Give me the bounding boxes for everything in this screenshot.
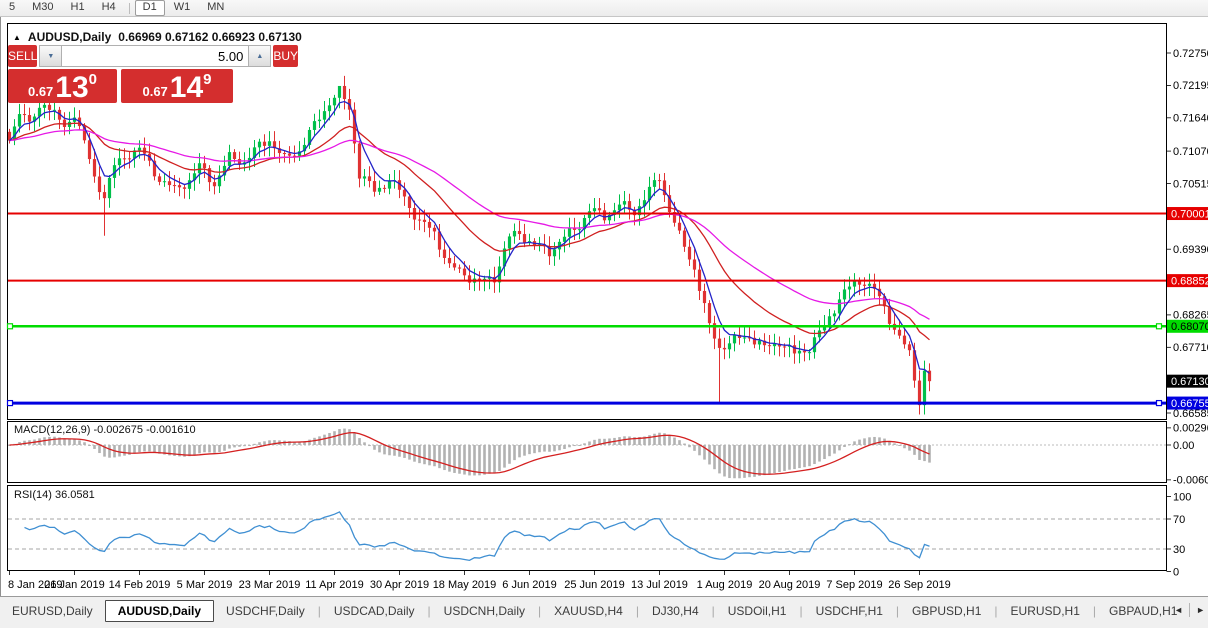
ma-slow-line — [10, 130, 930, 319]
line-handle — [8, 401, 13, 406]
svg-text:7 Sep 2019: 7 Sep 2019 — [826, 579, 882, 591]
buy-price-big-digits: 14 — [170, 75, 203, 101]
chart-tab-audusd-daily[interactable]: AUDUSD,Daily — [105, 600, 214, 622]
svg-text:0.002968: 0.002968 — [1173, 423, 1208, 435]
chart-tab-eurusd-daily[interactable]: EURUSD,Daily — [0, 601, 105, 621]
sell-price-quote[interactable]: 0.67 13 0 — [8, 69, 117, 103]
buy-price-prefix: 0.67 — [142, 84, 167, 99]
svg-text:0.72750: 0.72750 — [1173, 48, 1208, 60]
rsi-panel-frame — [8, 486, 1167, 571]
svg-text:0.00: 0.00 — [1173, 440, 1194, 452]
svg-text:0: 0 — [1173, 566, 1179, 578]
svg-text:0.69390: 0.69390 — [1173, 244, 1208, 256]
macd-indicator-label: MACD(12,26,9) -0.002675 -0.001610 — [14, 424, 196, 436]
svg-text:0.67710: 0.67710 — [1173, 342, 1208, 354]
svg-text:20 Aug 2019: 20 Aug 2019 — [759, 579, 821, 591]
chart-tab-usdoil-h1[interactable]: USDOil,H1 — [716, 601, 799, 621]
chart-marker-icon: ▲ — [13, 33, 21, 42]
svg-text:0.72195: 0.72195 — [1173, 80, 1208, 92]
svg-text:0.67130: 0.67130 — [1171, 376, 1208, 388]
buy-price-pip-digit: 9 — [203, 71, 211, 88]
line-handle — [1157, 401, 1162, 406]
svg-text:13 Jul 2019: 13 Jul 2019 — [631, 579, 688, 591]
line-handle — [1157, 324, 1162, 329]
ma-fast-line — [10, 102, 930, 374]
chart-title: ▲ AUDUSD,Daily 0.66969 0.67162 0.66923 0… — [13, 30, 302, 44]
svg-text:100: 100 — [1173, 491, 1191, 503]
svg-text:0.68852: 0.68852 — [1171, 275, 1208, 287]
spinner-down-icon: ▼ — [47, 53, 54, 60]
tab-scroll-right-icon[interactable]: ► — [1196, 605, 1205, 615]
chart-tab-usdchf-daily[interactable]: USDCHF,Daily — [214, 601, 317, 621]
volume-decrease-button[interactable]: ▼ — [39, 45, 61, 67]
svg-text:0.71640: 0.71640 — [1173, 113, 1208, 125]
chart-tab-eurusd-h1[interactable]: EURUSD,H1 — [999, 601, 1092, 621]
spinner-up-icon: ▲ — [256, 53, 263, 60]
svg-text:26 Sep 2019: 26 Sep 2019 — [888, 579, 950, 591]
svg-text:18 May 2019: 18 May 2019 — [433, 579, 497, 591]
sell-price-big-digits: 13 — [55, 75, 88, 101]
tab-scroll-left-icon[interactable]: ◄ — [1174, 605, 1183, 615]
rsi-indicator-label: RSI(14) 36.0581 — [14, 489, 95, 501]
trading-terminal-window: 5M30H1H4D1W1MN 0.727500.721950.716400.71… — [0, 0, 1208, 628]
svg-text:23 Mar 2019: 23 Mar 2019 — [239, 579, 301, 591]
svg-text:0.71070: 0.71070 — [1173, 146, 1208, 158]
candlestick-series — [8, 76, 931, 415]
chart-tab-dj30-h4[interactable]: DJ30,H4 — [640, 601, 711, 621]
svg-text:5 Mar 2019: 5 Mar 2019 — [177, 579, 233, 591]
buy-button[interactable]: BUY — [273, 45, 298, 67]
one-click-trading-panel: SELL ▼ ▲ BUY 0.67 13 0 0.67 14 9 — [8, 45, 233, 103]
svg-text:25 Jun 2019: 25 Jun 2019 — [564, 579, 625, 591]
svg-text:0.66755: 0.66755 — [1171, 398, 1208, 410]
chart-tab-gbpaud-h1[interactable]: GBPAUD,H1 — [1097, 601, 1178, 621]
svg-text:70: 70 — [1173, 514, 1185, 526]
chart-tab-gbpusd-h1[interactable]: GBPUSD,H1 — [900, 601, 993, 621]
chart-ohlc-values: 0.66969 0.67162 0.66923 0.67130 — [118, 30, 302, 44]
sell-price-prefix: 0.67 — [28, 84, 53, 99]
svg-text:30: 30 — [1173, 544, 1185, 556]
svg-text:11 Apr 2019: 11 Apr 2019 — [305, 579, 364, 591]
chart-symbol-label: AUDUSD,Daily — [28, 30, 111, 44]
buy-price-quote[interactable]: 0.67 14 9 — [121, 69, 233, 103]
chart-tab-xauusd-h4[interactable]: XAUUSD,H4 — [542, 601, 635, 621]
chart-tab-usdchf-h1[interactable]: USDCHF,H1 — [804, 601, 895, 621]
svg-text:6 Jun 2019: 6 Jun 2019 — [502, 579, 556, 591]
svg-text:0.70001: 0.70001 — [1171, 208, 1208, 220]
volume-input[interactable] — [61, 45, 249, 67]
svg-text:26 Jan 2019: 26 Jan 2019 — [44, 579, 105, 591]
svg-text:1 Aug 2019: 1 Aug 2019 — [697, 579, 753, 591]
chart-tab-usdcad-daily[interactable]: USDCAD,Daily — [322, 601, 427, 621]
svg-text:0.70515: 0.70515 — [1173, 178, 1208, 190]
line-handle — [8, 324, 13, 329]
tab-arrow-divider — [1189, 603, 1190, 617]
svg-text:0.68070: 0.68070 — [1171, 321, 1208, 333]
volume-increase-button[interactable]: ▲ — [249, 45, 271, 67]
sell-price-pip-digit: 0 — [89, 71, 97, 88]
svg-text:-0.006047: -0.006047 — [1173, 475, 1208, 487]
symbol-tabs: EURUSD,DailyAUDUSD,DailyUSDCHF,Daily|USD… — [0, 599, 1178, 623]
svg-text:14 Feb 2019: 14 Feb 2019 — [109, 579, 171, 591]
chart-tab-usdcnh-daily[interactable]: USDCNH,Daily — [432, 601, 537, 621]
sell-button[interactable]: SELL — [8, 45, 37, 67]
svg-text:30 Apr 2019: 30 Apr 2019 — [370, 579, 429, 591]
symbol-tab-bar: EURUSD,DailyAUDUSD,DailyUSDCHF,Daily|USD… — [0, 596, 1208, 628]
